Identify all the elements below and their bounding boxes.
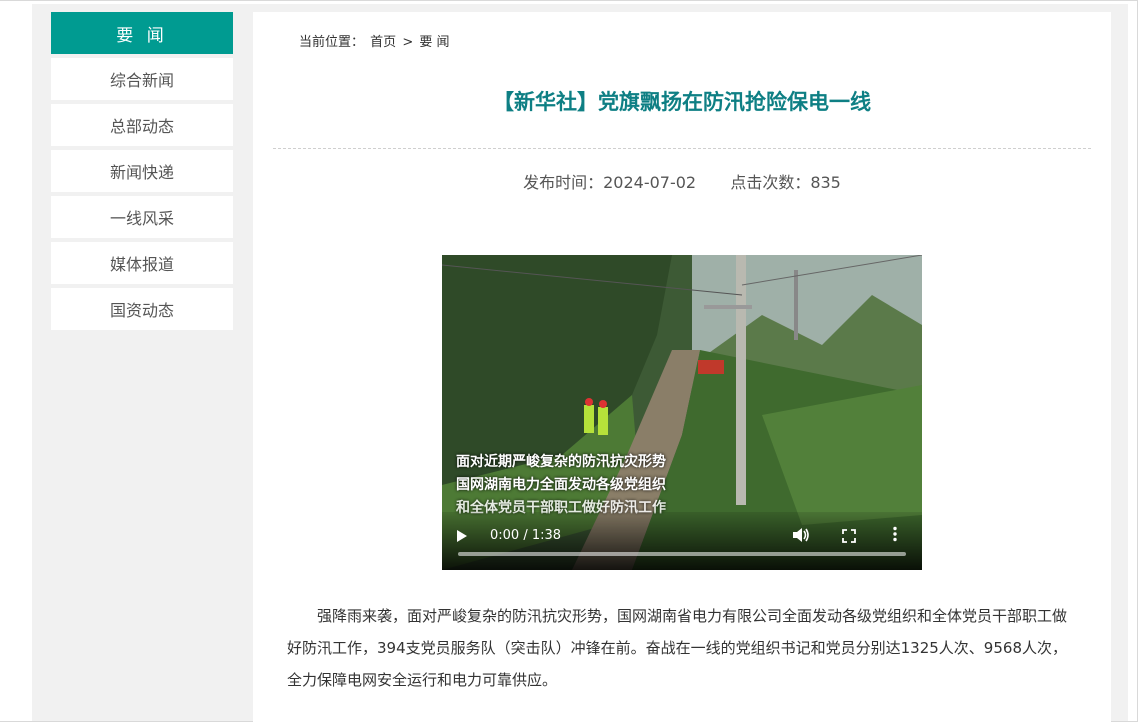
sidebar-item-frontline[interactable]: 一线风采 [51, 196, 233, 238]
sidebar-item-hq-news[interactable]: 总部动态 [51, 104, 233, 146]
sidebar: 要 闻 综合新闻 总部动态 新闻快递 一线风采 媒体报道 国资动态 [51, 12, 233, 330]
article-title: 【新华社】党旗飘扬在防汛抢险保电一线 [493, 90, 871, 114]
breadcrumb-home-link[interactable]: 首页 [370, 35, 396, 50]
more-vertical-icon[interactable] [892, 526, 898, 546]
sidebar-item-media-reports[interactable]: 媒体报道 [51, 242, 233, 284]
breadcrumb-separator: > [402, 35, 414, 50]
view-count: 点击次数：835 [730, 173, 841, 192]
breadcrumb: 当前位置： 首页 > 要 闻 [299, 31, 452, 50]
title-divider [273, 148, 1091, 149]
video-caption-line-1: 面对近期严峻复杂的防汛抗灾形势 [456, 454, 666, 470]
video-caption-line-2: 国网湖南电力全面发动各级党组织 [456, 477, 666, 493]
publish-date: 发布时间：2024-07-02 [523, 173, 697, 192]
fullscreen-icon[interactable] [842, 528, 856, 547]
article-meta: 发布时间：2024-07-02 点击次数：835 [253, 169, 1111, 193]
video-progress-bar[interactable] [458, 552, 906, 556]
article-paragraph: 强降雨来袭，面对严峻复杂的防汛抗灾形势，国网湖南省电力有限公司全面发动各级党组织… [287, 607, 1068, 689]
video-controls: 0:00 / 1:38 [442, 512, 922, 570]
article-body: 强降雨来袭，面对严峻复杂的防汛抗灾形势，国网湖南省电力有限公司全面发动各级党组织… [287, 600, 1077, 696]
play-icon[interactable] [456, 528, 468, 547]
sidebar-item-news-express[interactable]: 新闻快递 [51, 150, 233, 192]
video-player[interactable]: 面对近期严峻复杂的防汛抗灾形势 国网湖南电力全面发动各级党组织 和全体党员干部职… [442, 255, 922, 570]
sidebar-header[interactable]: 要 闻 [51, 12, 233, 54]
video-time: 0:00 / 1:38 [490, 528, 562, 543]
sidebar-item-sasac-news[interactable]: 国资动态 [51, 288, 233, 330]
breadcrumb-prefix: 当前位置： [299, 35, 365, 50]
breadcrumb-current-link[interactable]: 要 闻 [419, 35, 449, 50]
volume-icon[interactable] [792, 527, 810, 547]
sidebar-item-general-news[interactable]: 综合新闻 [51, 58, 233, 100]
article-panel: 当前位置： 首页 > 要 闻 【新华社】党旗飘扬在防汛抢险保电一线 发布时间：2… [253, 12, 1111, 722]
